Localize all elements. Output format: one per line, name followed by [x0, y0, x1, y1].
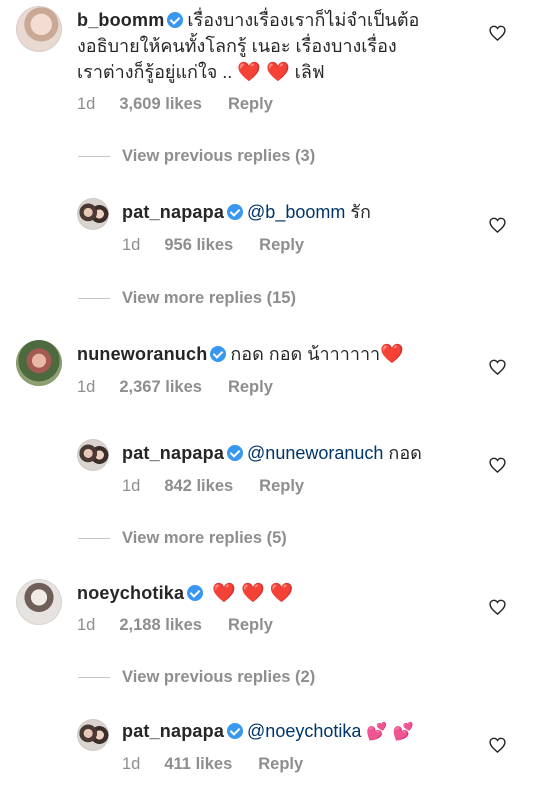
comment-noeychotika: noeychotika ❤️ ❤️ ❤️ — [77, 580, 293, 607]
avatar-pat-napapa[interactable] — [77, 719, 109, 751]
reply-text: กอด — [388, 443, 422, 463]
comment-meta: 1d 3,609 likes Reply — [77, 95, 299, 114]
comment-age: 1d — [77, 378, 96, 396]
like-button[interactable] — [486, 596, 508, 618]
username-link[interactable]: pat_napapa — [122, 202, 224, 222]
likes-count[interactable]: 2,367 likes — [119, 378, 202, 396]
reply-meta: 1d 411 likes Reply — [122, 755, 329, 774]
red-heart-emoji-icon: ❤️ — [212, 583, 236, 604]
comment-text: เลิฟ — [294, 62, 325, 82]
comment-text-line: noeychotika ❤️ ❤️ ❤️ — [77, 580, 293, 607]
red-heart-emoji-icon: ❤️ — [265, 62, 290, 83]
verified-badge-icon — [227, 445, 244, 461]
view-replies-label[interactable]: View previous replies (2) — [122, 668, 315, 687]
like-button[interactable] — [486, 214, 508, 236]
red-heart-emoji-icon: ❤️ — [237, 62, 261, 83]
username-link[interactable]: b_boomm — [77, 10, 164, 30]
reply-text-line: pat_napapa @noeychotika 💕 💕 — [122, 718, 414, 745]
reply-button[interactable]: Reply — [259, 477, 304, 495]
reply-pat-napapa: pat_napapa @noeychotika 💕 💕 — [122, 718, 414, 745]
username-link[interactable]: nuneworanuch — [77, 344, 207, 364]
reply-button[interactable]: Reply — [228, 95, 273, 113]
view-replies-label[interactable]: View previous replies (3) — [122, 147, 315, 166]
heart-outline-icon — [488, 359, 506, 375]
two-hearts-emoji-icon: 💕 — [366, 722, 388, 741]
view-more-replies[interactable]: View more replies (15) — [78, 288, 296, 308]
view-previous-replies[interactable]: View previous replies (3) — [78, 146, 315, 166]
avatar-nuneworanuch[interactable] — [16, 340, 62, 386]
red-heart-emoji-icon: ❤️ — [380, 344, 404, 365]
divider — [78, 537, 110, 539]
comment-nuneworanuch: nuneworanuch กอด กอด น้าาาาาา❤️ — [77, 341, 404, 368]
verified-badge-icon — [167, 12, 184, 28]
verified-badge-icon — [227, 204, 244, 220]
mention-link[interactable]: @b_boomm — [247, 202, 345, 222]
like-button[interactable] — [486, 454, 508, 476]
heart-outline-icon — [488, 599, 506, 615]
divider — [78, 155, 110, 157]
red-heart-emoji-icon: ❤️ — [240, 583, 265, 604]
heart-outline-icon — [488, 457, 506, 473]
reply-button[interactable]: Reply — [258, 755, 303, 773]
likes-count[interactable]: 2,188 likes — [119, 616, 202, 634]
divider — [78, 676, 110, 678]
comment-meta: 1d 2,367 likes Reply — [77, 378, 299, 397]
username-link[interactable]: noeychotika — [77, 583, 184, 603]
view-replies-label[interactable]: View more replies (5) — [122, 529, 287, 548]
likes-count[interactable]: 3,609 likes — [119, 95, 202, 113]
two-hearts-emoji-icon: 💕 — [392, 722, 414, 741]
comment-text-line: nuneworanuch กอด กอด น้าาาาาา❤️ — [77, 341, 404, 368]
comment-text-line-2: งอธิบายให้คนทั้งโลกรู้ เนอะ เรื่องบางเรื… — [77, 36, 397, 56]
view-replies-label[interactable]: View more replies (15) — [122, 289, 296, 308]
username-link[interactable]: pat_napapa — [122, 443, 224, 463]
like-button[interactable] — [486, 356, 508, 378]
avatar-pat-napapa[interactable] — [77, 198, 109, 230]
reply-meta: 1d 956 likes Reply — [122, 236, 330, 255]
verified-badge-icon — [210, 346, 227, 362]
comment-text: เราต่างก็รู้อยู่แก่ใจ .. — [77, 62, 233, 82]
comment-age: 1d — [122, 236, 141, 254]
heart-outline-icon — [488, 217, 506, 233]
username-link[interactable]: pat_napapa — [122, 721, 224, 741]
avatar-pat-napapa[interactable] — [77, 439, 109, 471]
heart-outline-icon — [488, 737, 506, 753]
mention-link[interactable]: @noeychotika — [247, 721, 361, 741]
comment-age: 1d — [77, 95, 96, 113]
red-heart-emoji-icon: ❤️ — [269, 583, 294, 604]
comment-age: 1d — [122, 477, 141, 495]
like-button[interactable] — [486, 734, 508, 756]
avatar-noeychotika[interactable] — [16, 579, 62, 625]
comment-meta: 1d 2,188 likes Reply — [77, 616, 299, 635]
comment-b-boomm: b_boomm เรื่องบางเรื่องเราก็ไม่จำเป็นต้อ … — [77, 7, 419, 86]
comment-text-line-1: b_boomm เรื่องบางเรื่องเราก็ไม่จำเป็นต้อ — [77, 7, 419, 33]
reply-text-line: pat_napapa @nuneworanuch กอด — [122, 440, 422, 466]
comment-text: กอด กอด น้าาาาาา — [230, 344, 381, 364]
reply-text: รัก — [350, 202, 371, 222]
reply-meta: 1d 842 likes Reply — [122, 477, 330, 496]
divider — [78, 297, 110, 299]
avatar-b-boomm[interactable] — [16, 6, 62, 52]
verified-badge-icon — [227, 723, 244, 739]
comment-age: 1d — [122, 755, 141, 773]
reply-pat-napapa: pat_napapa @nuneworanuch กอด — [122, 440, 422, 466]
reply-button[interactable]: Reply — [228, 378, 273, 396]
reply-button[interactable]: Reply — [259, 236, 304, 254]
comment-text-line-3: เราต่างก็รู้อยู่แก่ใจ .. ❤️ ❤️ เลิฟ — [77, 59, 419, 86]
mention-link[interactable]: @nuneworanuch — [247, 443, 383, 463]
comment-text: เรื่องบางเรื่องเราก็ไม่จำเป็นต้อ — [187, 10, 420, 30]
reply-button[interactable]: Reply — [228, 616, 273, 634]
verified-badge-icon — [187, 585, 204, 601]
reply-text-line: pat_napapa @b_boomm รัก — [122, 199, 371, 225]
likes-count[interactable]: 956 likes — [164, 236, 233, 254]
comment-age: 1d — [77, 616, 96, 634]
like-button[interactable] — [486, 22, 508, 44]
reply-pat-napapa: pat_napapa @b_boomm รัก — [122, 199, 371, 225]
heart-outline-icon — [488, 25, 506, 41]
likes-count[interactable]: 842 likes — [164, 477, 233, 495]
likes-count[interactable]: 411 likes — [164, 755, 232, 773]
view-previous-replies[interactable]: View previous replies (2) — [78, 667, 315, 687]
view-more-replies[interactable]: View more replies (5) — [78, 528, 287, 548]
